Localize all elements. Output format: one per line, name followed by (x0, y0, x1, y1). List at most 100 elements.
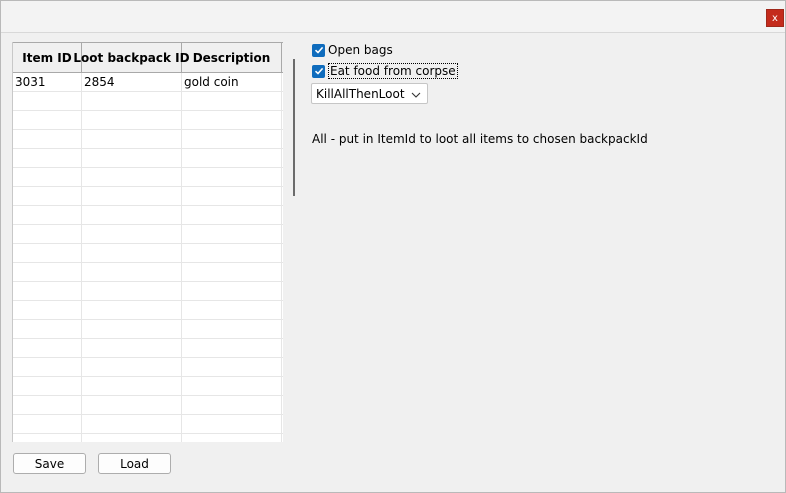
table-cell[interactable] (182, 92, 282, 110)
table-row[interactable] (13, 149, 283, 168)
table-row[interactable] (13, 339, 283, 358)
table-cell[interactable] (182, 282, 282, 300)
table-cell[interactable] (82, 358, 182, 376)
chevron-down-icon (411, 87, 421, 101)
table-cell[interactable] (82, 225, 182, 243)
table-cell[interactable] (13, 168, 82, 186)
table-row[interactable] (13, 358, 283, 377)
table-cell[interactable] (182, 206, 282, 224)
panel-splitter[interactable] (293, 59, 295, 196)
table-row[interactable] (13, 225, 283, 244)
table-cell[interactable] (13, 92, 82, 110)
eat-food-label: Eat food from corpse (328, 63, 458, 79)
table-cell[interactable] (13, 263, 82, 281)
table-cell[interactable] (182, 168, 282, 186)
eat-food-checkbox[interactable]: Eat food from corpse (312, 63, 458, 79)
table-cell[interactable] (182, 301, 282, 319)
table-cell[interactable] (82, 149, 182, 167)
grid-header: Item ID Loot backpack ID Description (13, 42, 283, 73)
table-cell[interactable] (82, 434, 182, 442)
table-row[interactable] (13, 92, 283, 111)
table-row[interactable] (13, 168, 283, 187)
table-row[interactable] (13, 415, 283, 434)
table-row[interactable] (13, 263, 283, 282)
table-cell[interactable] (13, 396, 82, 414)
table-cell[interactable]: gold coin (182, 73, 282, 91)
table-cell[interactable] (182, 111, 282, 129)
table-row[interactable] (13, 320, 283, 339)
table-row[interactable] (13, 206, 283, 225)
loot-items-grid[interactable]: Item ID Loot backpack ID Description 303… (12, 42, 286, 442)
table-row[interactable] (13, 434, 283, 442)
checkmark-icon (312, 64, 325, 78)
loot-mode-select[interactable]: KillAllThenLoot (311, 83, 428, 104)
table-cell[interactable] (13, 111, 82, 129)
table-cell[interactable] (182, 130, 282, 148)
load-button[interactable]: Load (98, 453, 171, 474)
table-cell[interactable] (13, 415, 82, 433)
table-cell[interactable] (82, 130, 182, 148)
table-cell[interactable] (82, 415, 182, 433)
table-cell[interactable] (82, 244, 182, 262)
column-header-description[interactable]: Description (182, 43, 282, 72)
table-cell[interactable] (13, 377, 82, 395)
checkmark-icon (312, 43, 325, 57)
table-row[interactable] (13, 130, 283, 149)
table-cell[interactable] (182, 415, 282, 433)
table-cell[interactable] (82, 263, 182, 281)
table-cell[interactable] (82, 187, 182, 205)
table-cell[interactable] (82, 92, 182, 110)
table-row[interactable] (13, 396, 283, 415)
table-cell[interactable] (82, 396, 182, 414)
table-cell[interactable]: 3031 (13, 73, 82, 91)
table-cell[interactable] (13, 339, 82, 357)
table-row[interactable] (13, 187, 283, 206)
table-row[interactable] (13, 244, 283, 263)
table-cell[interactable] (82, 206, 182, 224)
close-button[interactable]: x (766, 9, 784, 27)
table-cell[interactable] (13, 434, 82, 442)
table-cell[interactable] (182, 320, 282, 338)
table-cell[interactable] (13, 358, 82, 376)
table-cell[interactable] (182, 149, 282, 167)
table-cell[interactable] (182, 434, 282, 442)
table-cell[interactable] (182, 244, 282, 262)
table-cell[interactable] (13, 282, 82, 300)
table-row[interactable] (13, 282, 283, 301)
table-row[interactable] (13, 377, 283, 396)
open-bags-label: Open bags (328, 43, 393, 57)
column-header-loot-backpack-id[interactable]: Loot backpack ID (73, 43, 190, 72)
table-cell[interactable] (182, 377, 282, 395)
table-row[interactable] (13, 111, 283, 130)
table-cell[interactable] (182, 396, 282, 414)
table-cell[interactable] (182, 339, 282, 357)
table-cell[interactable] (182, 358, 282, 376)
grid-scrollbar-track[interactable] (283, 42, 286, 442)
table-row[interactable] (13, 301, 283, 320)
table-cell[interactable] (13, 244, 82, 262)
table-cell[interactable] (82, 339, 182, 357)
loot-settings-window: x Item ID Loot backpack ID Description 3… (0, 0, 786, 493)
open-bags-checkbox[interactable]: Open bags (312, 43, 393, 57)
save-button[interactable]: Save (13, 453, 86, 474)
table-cell[interactable] (182, 225, 282, 243)
table-cell[interactable] (82, 282, 182, 300)
table-cell[interactable] (82, 320, 182, 338)
table-cell[interactable] (82, 111, 182, 129)
table-cell[interactable] (13, 149, 82, 167)
table-cell[interactable] (13, 320, 82, 338)
table-cell[interactable] (13, 187, 82, 205)
table-cell[interactable] (82, 377, 182, 395)
table-cell[interactable]: 2854 (82, 73, 182, 91)
table-cell[interactable] (82, 168, 182, 186)
table-cell[interactable] (182, 263, 282, 281)
table-cell[interactable] (82, 301, 182, 319)
table-cell[interactable] (13, 301, 82, 319)
table-row[interactable]: 3031 2854 gold coin (13, 73, 283, 92)
table-cell[interactable] (182, 187, 282, 205)
column-header-item-id[interactable]: Item ID (13, 43, 82, 72)
table-cell[interactable] (13, 225, 82, 243)
table-cell[interactable] (13, 206, 82, 224)
loot-hint-text: All - put in ItemId to loot all items to… (312, 132, 648, 146)
table-cell[interactable] (13, 130, 82, 148)
